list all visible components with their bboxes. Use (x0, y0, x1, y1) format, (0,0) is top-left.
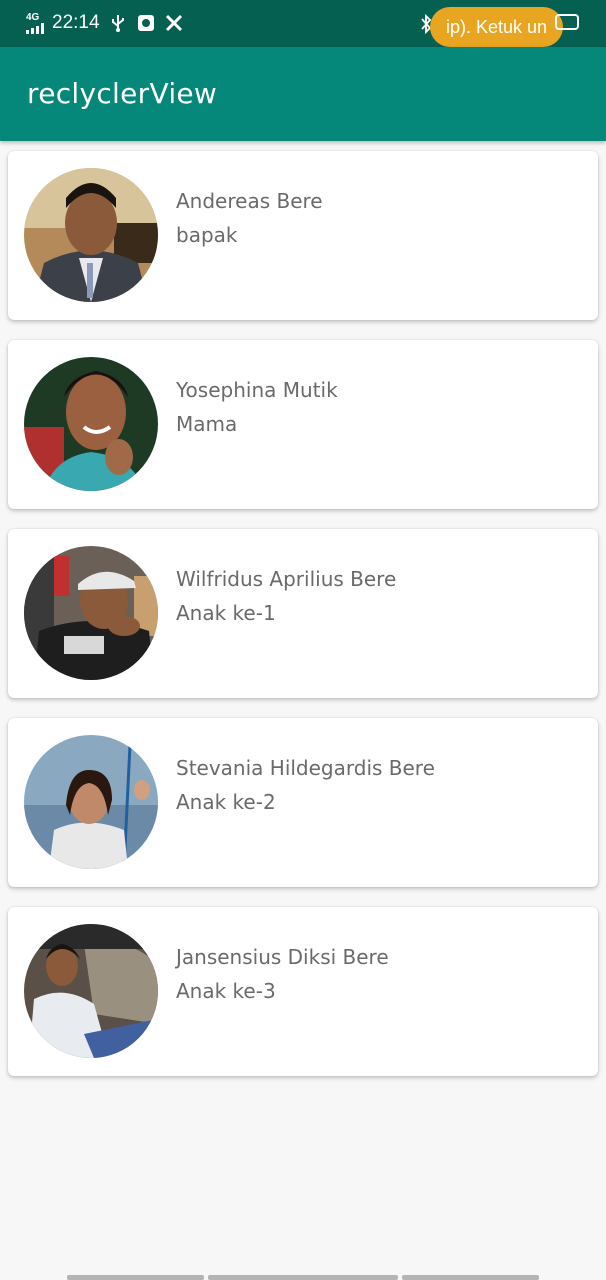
contact-role: bapak (176, 223, 238, 247)
status-bar-left: 4G 22:14 (26, 10, 184, 36)
app-bar: reclyclerView (0, 47, 606, 141)
contact-name: Wilfridus Aprilius Bere (176, 567, 397, 591)
contact-card[interactable]: Wilfridus Aprilius Bere Anak ke-1 (8, 529, 598, 698)
tools-icon (164, 13, 184, 33)
contact-name: Jansensius Diksi Bere (176, 945, 389, 969)
usb-icon (108, 13, 128, 33)
status-bar: 4G 22:14 ip). Ketuk un (0, 0, 606, 47)
app-title: reclyclerView (27, 77, 218, 110)
network-type: 4G (26, 11, 40, 23)
battery-icon (555, 14, 579, 30)
contact-list[interactable]: Andereas Bere bapak Yosephina Mutik Mama (8, 151, 598, 1096)
notification-app-icon (136, 13, 156, 33)
avatar (24, 924, 158, 1058)
contact-role: Anak ke-3 (176, 979, 276, 1003)
avatar (24, 735, 158, 869)
notification-pill[interactable]: ip). Ketuk un (430, 7, 563, 47)
contact-card[interactable]: Andereas Bere bapak (8, 151, 598, 320)
signal-icon: 4G (26, 11, 44, 34)
contact-name: Andereas Bere (176, 189, 323, 213)
contact-card[interactable]: Yosephina Mutik Mama (8, 340, 598, 509)
contact-card[interactable]: Jansensius Diksi Bere Anak ke-3 (8, 907, 598, 1076)
avatar (24, 546, 158, 680)
contact-name: Stevania Hildegardis Bere (176, 756, 435, 780)
avatar (24, 357, 158, 491)
notification-pill-label: ip). Ketuk un (445, 16, 548, 37)
contact-role: Anak ke-2 (176, 790, 276, 814)
contact-role: Anak ke-1 (176, 601, 276, 625)
contact-role: Mama (176, 412, 238, 436)
status-time: 22:14 (52, 12, 100, 33)
gesture-bar (67, 1275, 539, 1280)
contact-name: Yosephina Mutik (176, 378, 338, 402)
avatar (24, 168, 158, 302)
contact-card[interactable]: Stevania Hildegardis Bere Anak ke-2 (8, 718, 598, 887)
